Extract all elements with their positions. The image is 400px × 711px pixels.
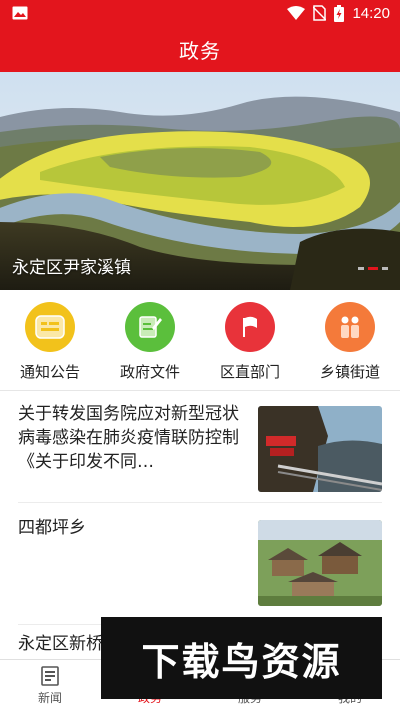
wifi-icon [287, 6, 306, 20]
image-notification-icon [12, 6, 28, 20]
no-sim-icon [313, 5, 327, 21]
category-label: 政府文件 [119, 363, 180, 381]
battery-charging-icon [334, 4, 345, 22]
tab-news[interactable]: 新闻 [0, 660, 100, 711]
document-icon [125, 302, 175, 352]
carousel-dot [382, 267, 388, 270]
watermark-text: 下载鸟资源 [141, 639, 342, 684]
banner-carousel[interactable]: 永定区尹家溪镇 [0, 72, 400, 290]
category-label: 区直部门 [219, 363, 280, 381]
category-district-departments[interactable]: 区直部门 [200, 290, 300, 390]
category-row: 通知公告 政府文件 区直部门 乡镇街道 [0, 290, 400, 391]
news-icon [41, 666, 59, 686]
app-header: 政务 [0, 26, 400, 72]
category-towns-streets[interactable]: 乡镇街道 [300, 290, 400, 390]
carousel-dot [358, 267, 364, 270]
people-icon [325, 302, 375, 352]
category-notice[interactable]: 通知公告 [0, 290, 100, 390]
carousel-indicator [358, 267, 388, 270]
news-thumbnail [258, 406, 382, 492]
banner-caption: 永定区尹家溪镇 [12, 258, 131, 278]
notice-icon [25, 302, 75, 352]
page-title: 政务 [179, 38, 221, 63]
status-time: 14:20 [352, 4, 390, 22]
carousel-dot-active [368, 267, 378, 270]
watermark-overlay: 下载鸟资源 [101, 617, 382, 699]
news-thumbnail [258, 520, 382, 606]
status-bar: 14:20 [0, 0, 400, 26]
category-label: 乡镇街道 [319, 363, 380, 381]
tab-label: 新闻 [37, 691, 62, 705]
flag-icon [225, 302, 275, 352]
news-title: 关于转发国务院应对新型冠状病毒感染在肺炎疫情联防控制《关于印发不同… [18, 404, 239, 472]
news-title: 四都坪乡 [18, 518, 86, 538]
category-label: 通知公告 [19, 363, 80, 381]
category-government-documents[interactable]: 政府文件 [100, 290, 200, 390]
divider [18, 502, 382, 503]
